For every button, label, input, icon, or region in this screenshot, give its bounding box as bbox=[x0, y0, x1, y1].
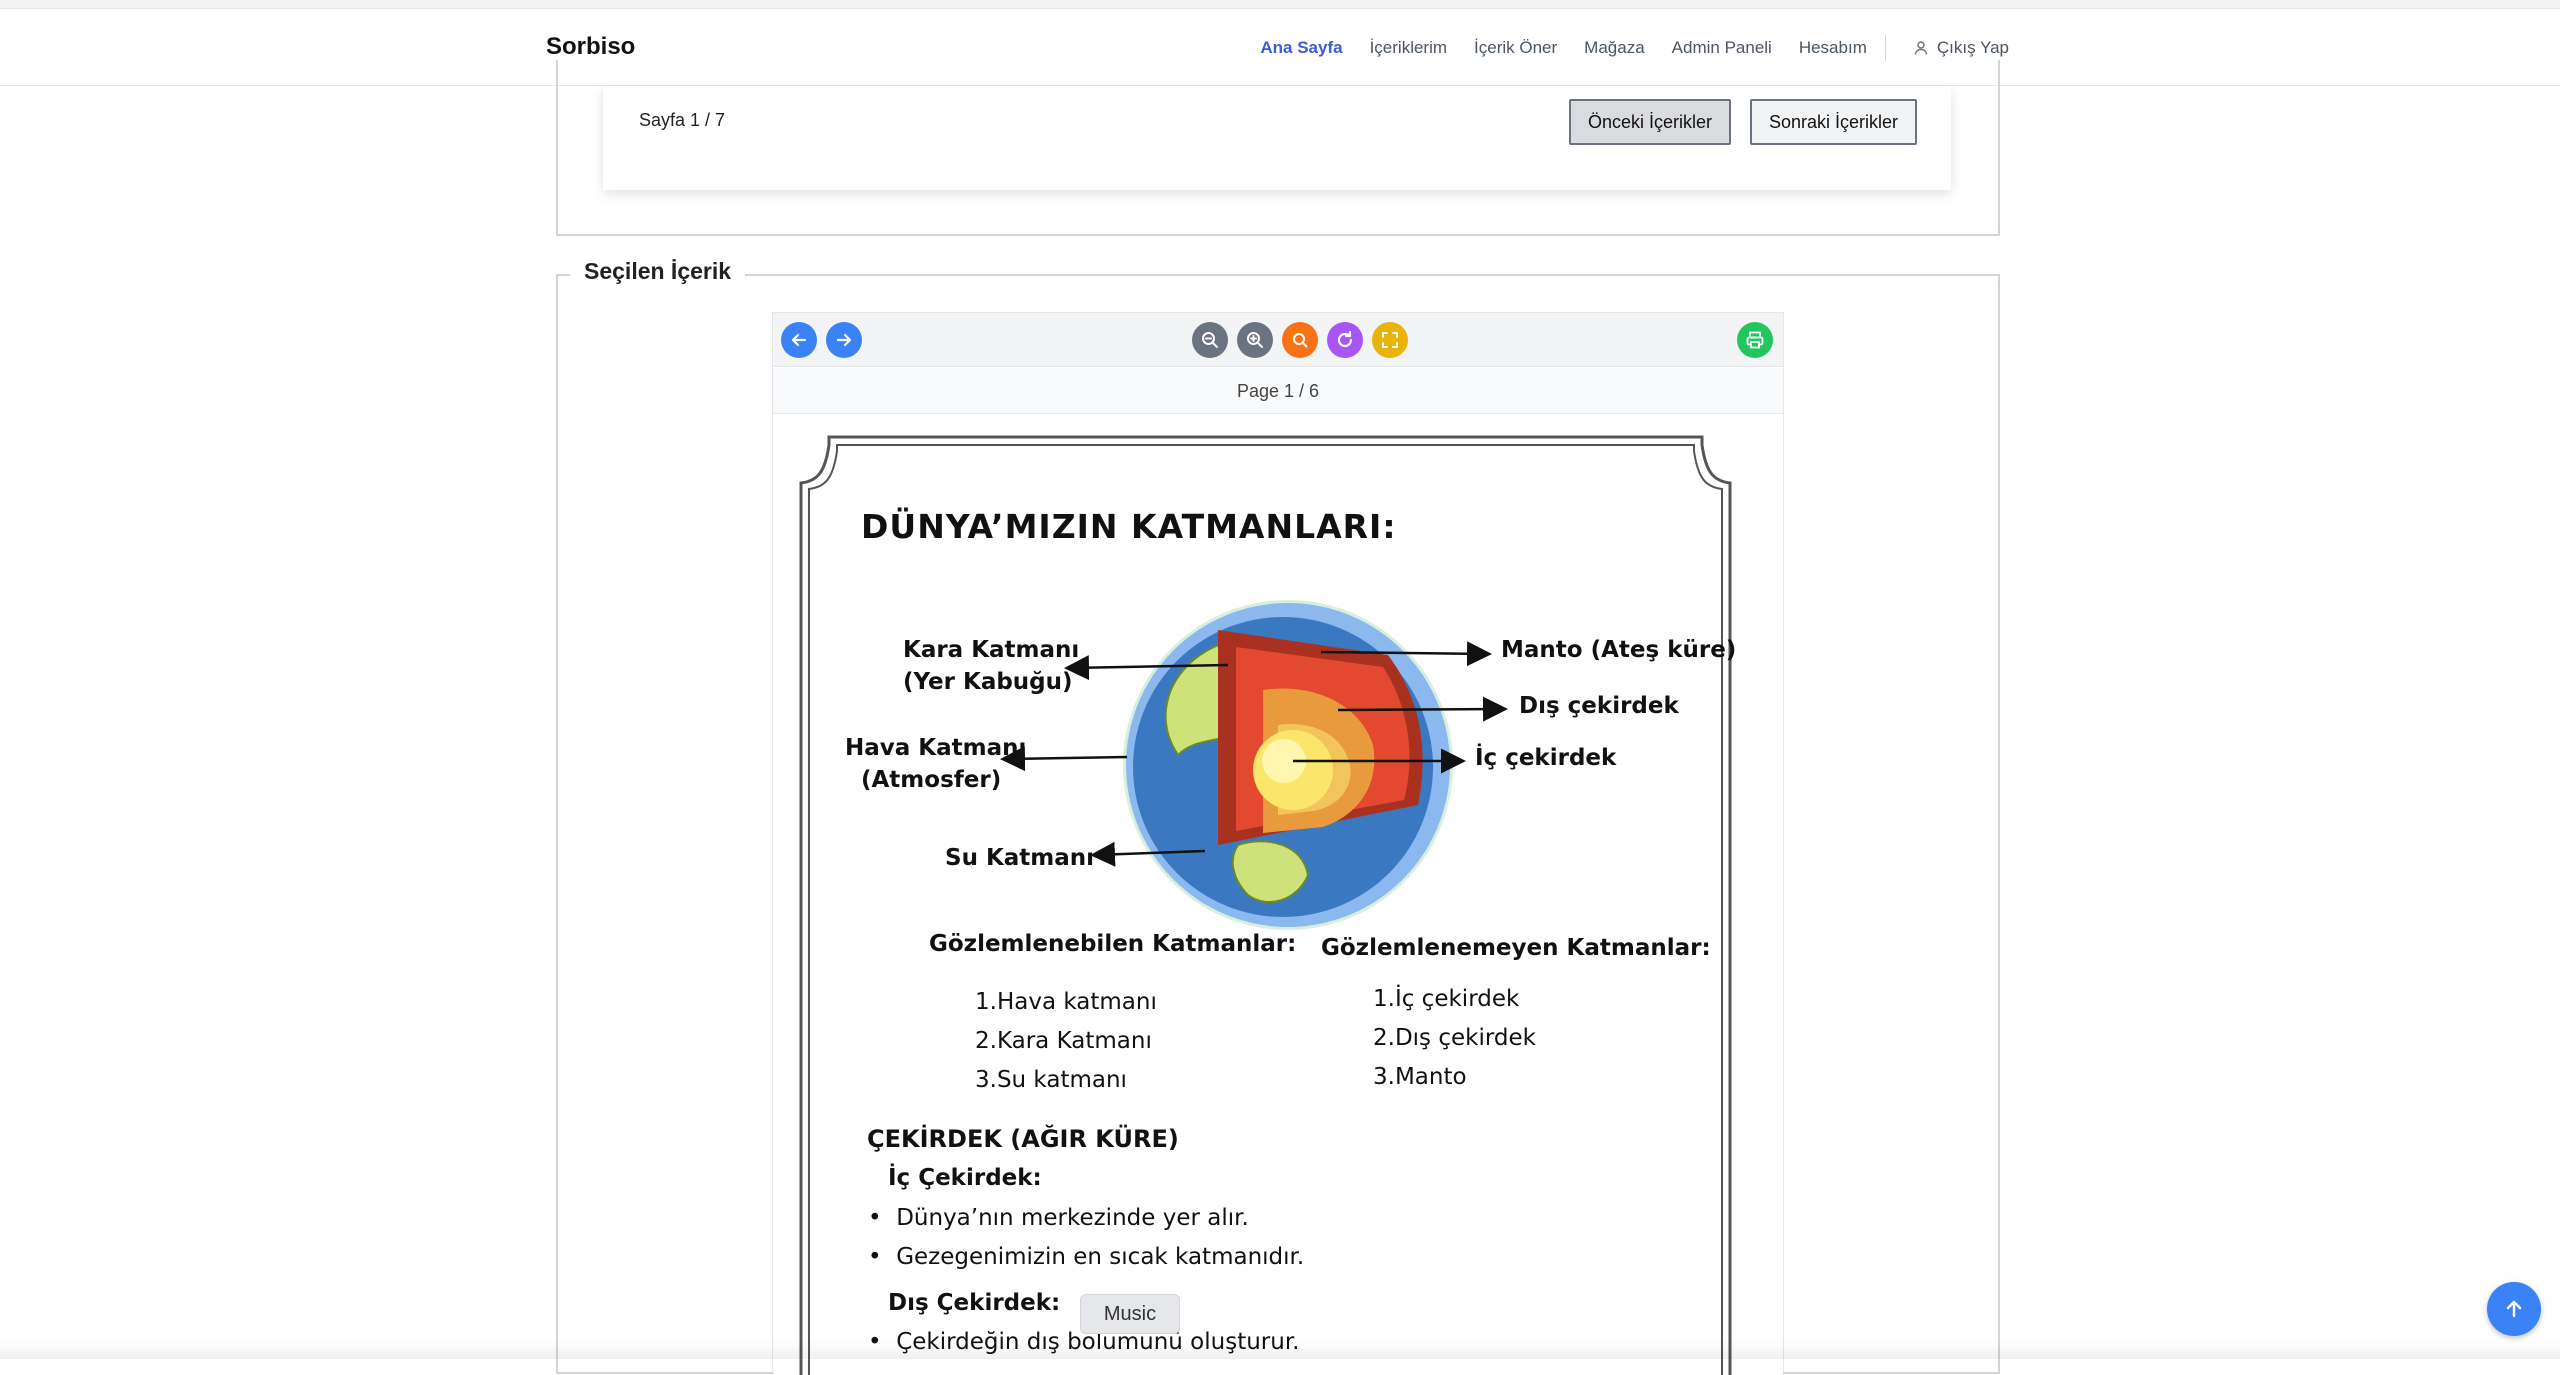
viewer-toolbar bbox=[773, 313, 1783, 367]
zoom-in-icon bbox=[1247, 332, 1263, 348]
arrow-left-icon bbox=[791, 333, 807, 347]
label-su: Su Katmanı bbox=[945, 845, 1095, 871]
label-hava-2: (Atmosfer) bbox=[861, 767, 1002, 793]
selected-content-legend: Seçilen İçerik bbox=[570, 258, 746, 285]
bottom-shadow bbox=[0, 1340, 2560, 1359]
bullet-text: Gezegenimizin en sıcak katmanıdır. bbox=[896, 1244, 1305, 1270]
observable-list: 1.Hava katmanı 2.Kara Katmanı 3.Su katma… bbox=[975, 983, 1157, 1100]
rotate-icon bbox=[1337, 330, 1353, 348]
list-item: 2.Dış çekirdek bbox=[1373, 1025, 1536, 1051]
arrow-right-icon bbox=[836, 333, 852, 347]
unobservable-list: 1.İç çekirdek 2.Dış çekirdek 3.Manto bbox=[1373, 980, 1536, 1097]
label-ic-cekirdek: İç çekirdek bbox=[1475, 745, 1617, 771]
label-manto: Manto (Ateş küre) bbox=[1501, 637, 1737, 663]
next-contents-button[interactable]: Sonraki İçerikler bbox=[1750, 99, 1918, 145]
label-hava-1: Hava Katmanı bbox=[845, 735, 1027, 761]
nav-my-contents[interactable]: İçeriklerim bbox=[1370, 38, 1447, 58]
bullet-text: Dünya’nın merkezinde yer alır. bbox=[896, 1205, 1249, 1231]
pagination-card: Sayfa 1 / 7 Önceki İçerikler Sonraki İçe… bbox=[603, 86, 1951, 190]
pdf-viewer: Page 1 / 6 DÜNYA’MIZIN KATMANLARI: Kara … bbox=[772, 312, 1784, 1375]
list-item: 3.Su katmanı bbox=[975, 1067, 1127, 1093]
logout-link[interactable]: Çıkış Yap bbox=[1913, 38, 2009, 58]
list-item: 2.Kara Katmanı bbox=[975, 1028, 1152, 1054]
zoom-in-button[interactable] bbox=[1237, 322, 1273, 358]
nav-store[interactable]: Mağaza bbox=[1584, 38, 1644, 58]
zoom-out-icon bbox=[1202, 332, 1218, 348]
nav-admin-panel[interactable]: Admin Paneli bbox=[1672, 38, 1772, 58]
previous-page-button[interactable] bbox=[781, 322, 817, 358]
page-indicator: Page 1 / 6 bbox=[773, 368, 1783, 414]
unobservable-title: Gözlemlenemeyen Katmanlar: bbox=[1321, 935, 1711, 961]
observable-title: Gözlemlenebilen Katmanlar: bbox=[929, 931, 1297, 957]
nav-divider bbox=[1884, 35, 1886, 61]
document-page: DÜNYA’MIZIN KATMANLARI: Kara Katmanı (Ye… bbox=[773, 415, 1783, 1375]
logout-label: Çıkış Yap bbox=[1936, 38, 2009, 57]
main-nav: Ana Sayfa İçeriklerim İçerik Öner Mağaza… bbox=[1233, 35, 2009, 61]
fullscreen-button[interactable] bbox=[1372, 322, 1408, 358]
label-arrows bbox=[1000, 641, 1508, 867]
label-kara-2: (Yer Kabuğu) bbox=[903, 669, 1073, 695]
next-page-button[interactable] bbox=[826, 322, 862, 358]
core-heading: ÇEKİRDEK (AĞIR KÜRE) bbox=[867, 1125, 1179, 1153]
print-button[interactable] bbox=[1737, 322, 1773, 358]
brand-logo[interactable]: Sorbiso bbox=[546, 33, 635, 61]
page-count-text: Sayfa 1 / 7 bbox=[639, 110, 726, 130]
list-item: 1.Hava katmanı bbox=[975, 989, 1157, 1015]
nav-home[interactable]: Ana Sayfa bbox=[1260, 38, 1342, 58]
list-item: 3.Manto bbox=[1373, 1064, 1467, 1090]
scroll-to-top-button[interactable] bbox=[2487, 1282, 2541, 1336]
arrow-up-icon bbox=[2506, 1300, 2522, 1318]
previous-contents-button[interactable]: Önceki İçerikler bbox=[1569, 99, 1732, 145]
label-kara-1: Kara Katmanı bbox=[903, 637, 1080, 663]
reset-zoom-icon bbox=[1293, 333, 1308, 348]
list-item: 1.İç çekirdek bbox=[1373, 986, 1520, 1012]
nav-account[interactable]: Hesabım bbox=[1799, 38, 1867, 58]
user-icon bbox=[1914, 41, 1928, 55]
reset-zoom-button[interactable] bbox=[1282, 322, 1318, 358]
bullet-item: • Dünya’nın merkezinde yer alır. bbox=[868, 1205, 1249, 1231]
music-button[interactable]: Music bbox=[1080, 1294, 1180, 1334]
top-strip bbox=[0, 0, 2560, 9]
outer-core-heading: Dış Çekirdek: bbox=[888, 1290, 1061, 1316]
zoom-out-button[interactable] bbox=[1192, 322, 1228, 358]
label-dis-cekirdek: Dış çekirdek bbox=[1519, 693, 1679, 719]
bullet-item: • Gezegenimizin en sıcak katmanıdır. bbox=[868, 1244, 1305, 1270]
rotate-button[interactable] bbox=[1327, 322, 1363, 358]
print-icon bbox=[1746, 331, 1764, 349]
nav-suggest-content[interactable]: İçerik Öner bbox=[1474, 38, 1557, 58]
inner-core-heading: İç Çekirdek: bbox=[888, 1165, 1042, 1191]
fullscreen-icon bbox=[1382, 332, 1398, 348]
